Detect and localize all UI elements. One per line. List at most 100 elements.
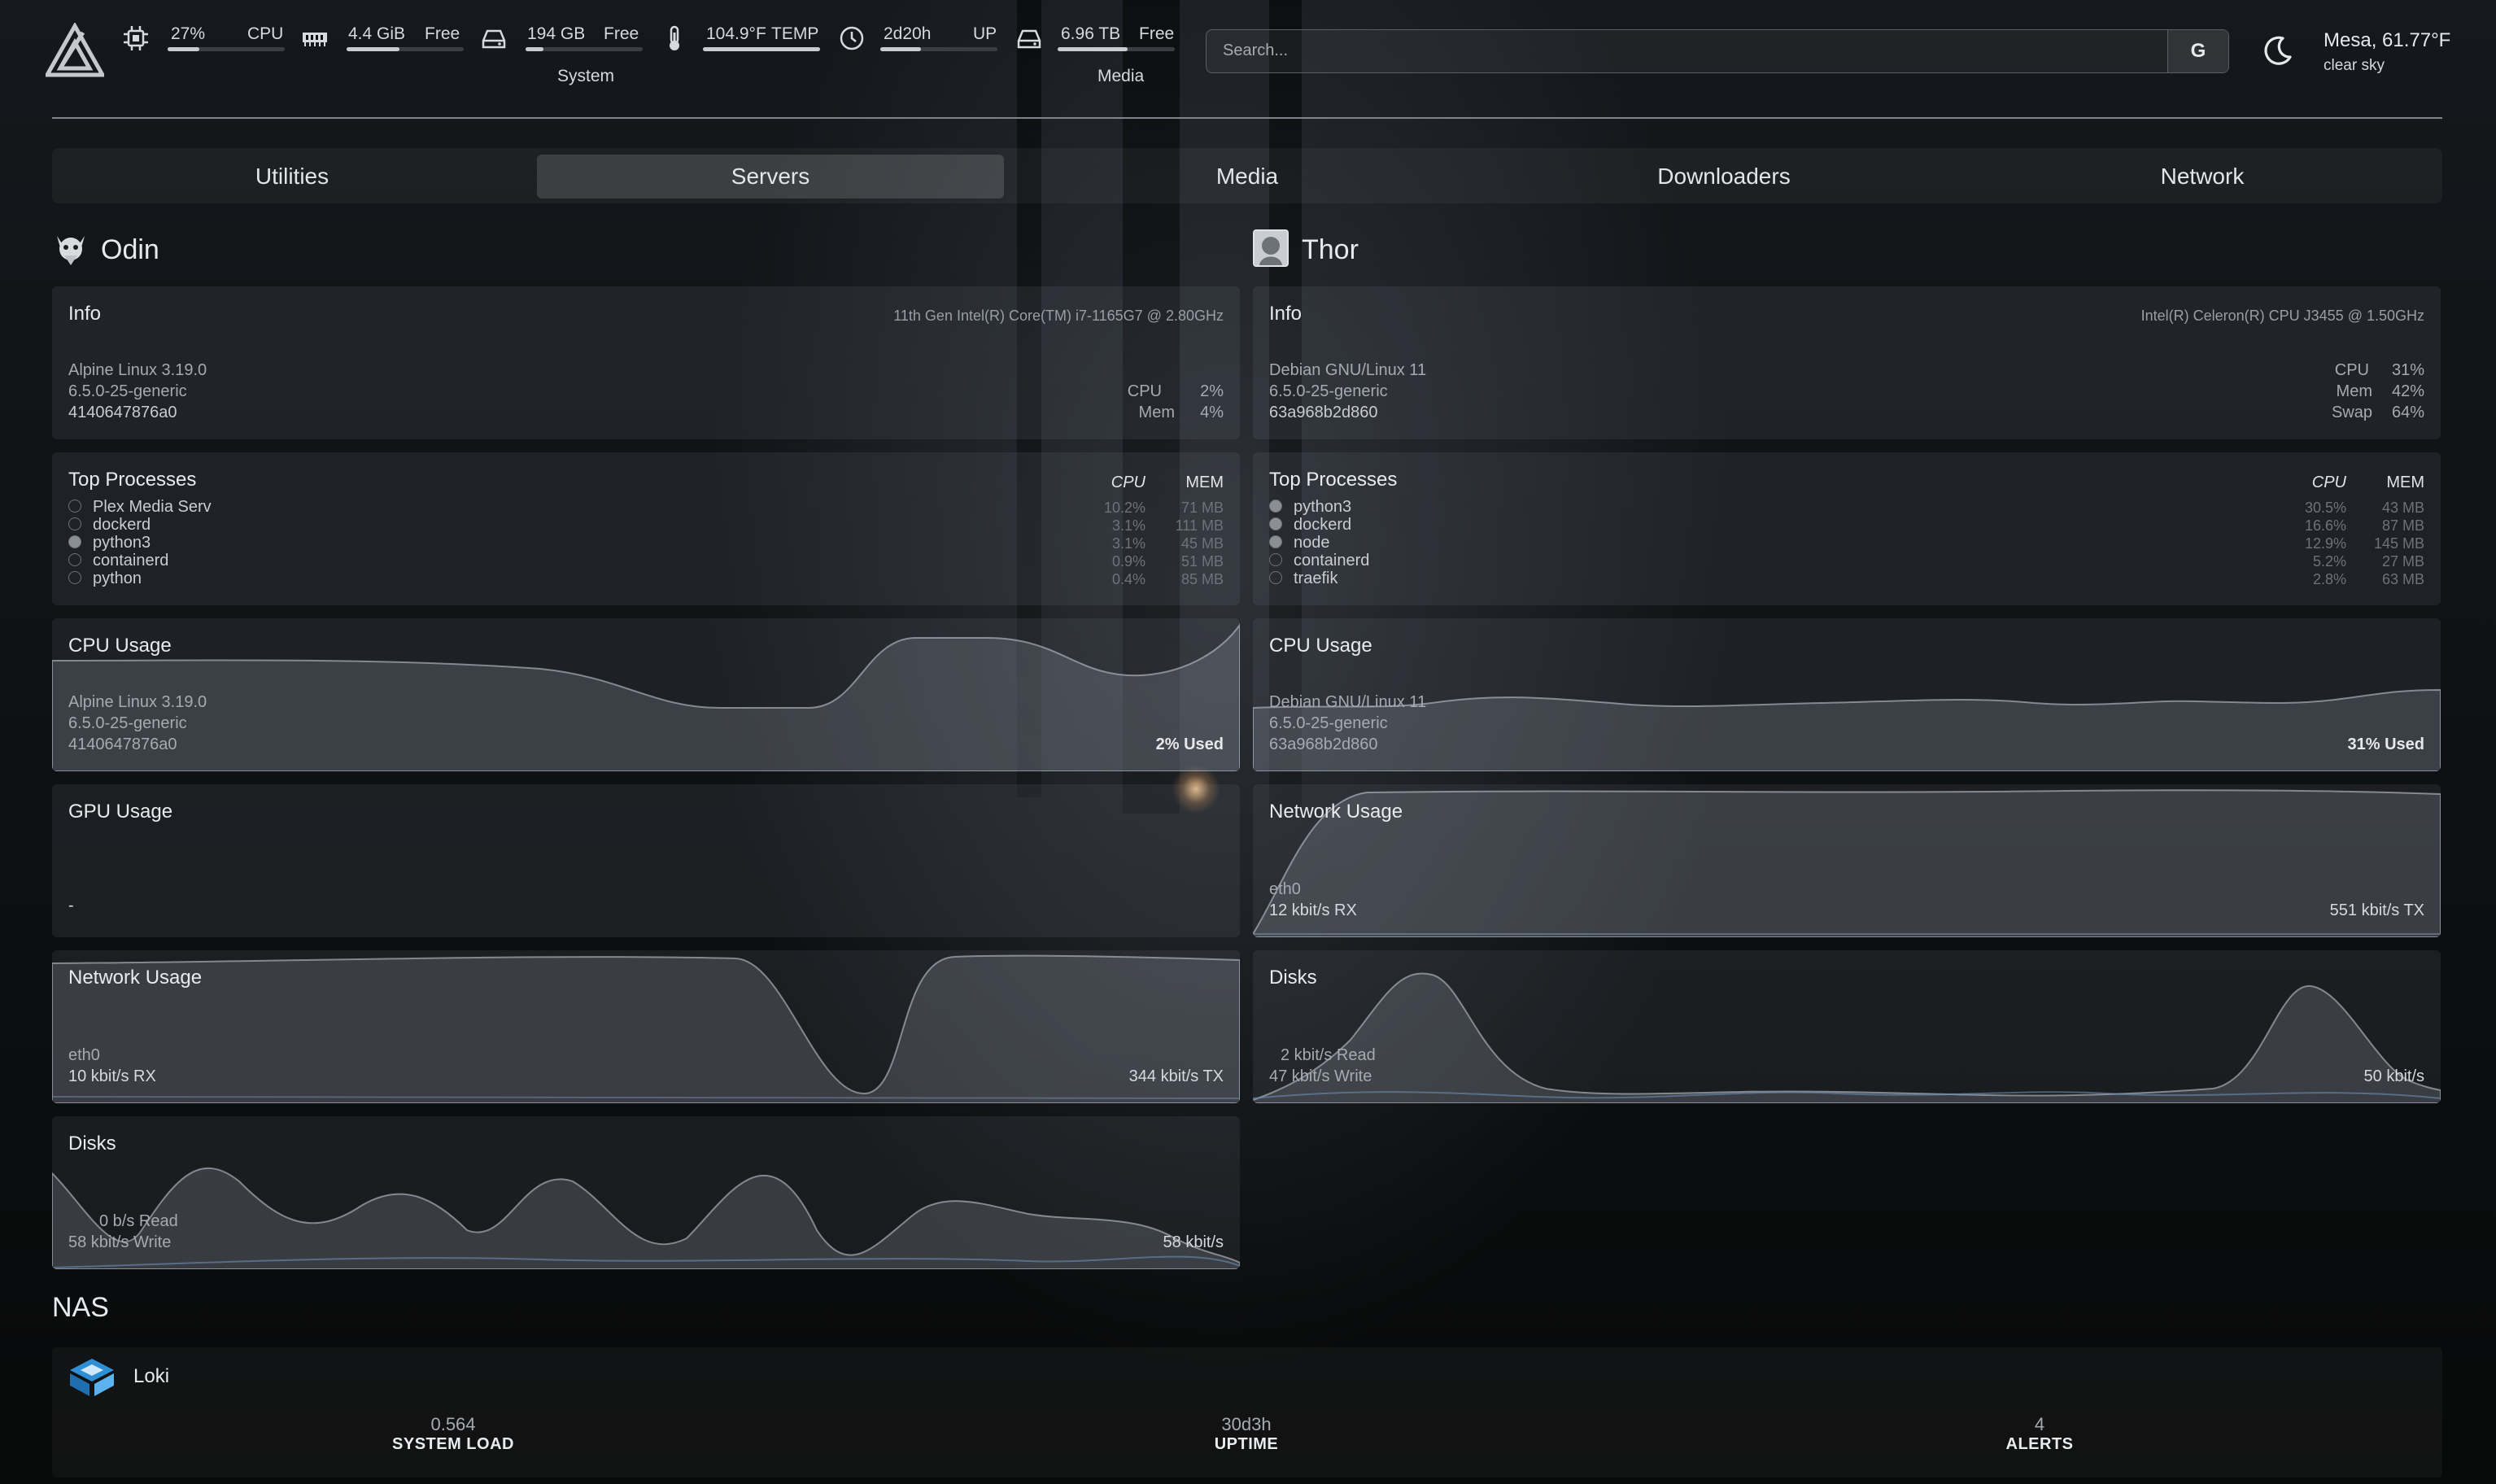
col-cpu-header: CPU <box>2311 474 2346 491</box>
odin-cpu-usage-card: CPU Usage Alpine Linux 3.19.0 6.5.0-25-g… <box>52 618 1240 771</box>
tab-servers[interactable]: Servers <box>537 155 1004 199</box>
mem-value: 42% <box>2391 382 2424 400</box>
process-dot <box>1269 571 1282 584</box>
resource-value: 27% <box>171 24 206 43</box>
resource-cpu: 27% CPU <box>122 23 293 55</box>
process-cpu: 3.1% <box>1111 517 1145 534</box>
search-input[interactable]: Search... <box>1223 41 1288 60</box>
process-dot <box>1269 535 1282 548</box>
card-title: Network Usage <box>68 967 203 989</box>
resource-bar-fill <box>347 47 399 51</box>
odin-disks-card: Disks 0 b/s Read 58 kbit/s Write 58 kbit… <box>52 1116 1240 1269</box>
cpu-value: 31% <box>2391 361 2424 379</box>
cpu-icon <box>124 26 148 50</box>
alerts-value: 4 <box>2034 1414 2045 1434</box>
moon-icon[interactable] <box>2262 34 2294 67</box>
homepage-logo[interactable] <box>46 23 104 78</box>
card-title: Disks <box>1269 967 1317 989</box>
thor-info-card: Info Intel(R) Celeron(R) CPU J3455 @ 1.5… <box>1253 286 2441 439</box>
odin-gpu-usage-card: GPU Usage - <box>52 784 1240 937</box>
weather-location[interactable]: Mesa, 61.77°F <box>2324 29 2450 52</box>
service-title-thor[interactable]: Thor <box>1302 234 1359 266</box>
process-dot <box>1269 553 1282 566</box>
resource-bar <box>1058 47 1175 51</box>
thor-disks-card: Disks 2 kbit/s Read 47 kbit/s Write 50 k… <box>1253 950 2441 1103</box>
interface-name: eth0 <box>1269 880 1301 898</box>
resource-label: CPU <box>247 24 284 43</box>
interface-name: eth0 <box>68 1046 100 1064</box>
resource-label: Free <box>1139 24 1175 43</box>
process-cpu: 0.4% <box>1111 571 1145 587</box>
card-title: Info <box>1269 303 1303 325</box>
nas-card-loki[interactable]: Loki 0.564 SYSTEM LOAD 30d3h UPTIME 4 AL… <box>52 1347 2442 1477</box>
resource-value: 104.9°F <box>706 24 766 43</box>
resource-value: 6.96 TB <box>1061 24 1121 43</box>
resource-bar <box>880 47 997 51</box>
process-name: node <box>1294 534 1330 552</box>
resource-memory: 4.4 GiB Free <box>301 23 464 55</box>
process-dot <box>1269 500 1282 513</box>
process-row: python <box>68 570 142 588</box>
thor-top-processes-card: Top Processes CPU MEM python3 dockerd no… <box>1253 452 2441 605</box>
card-title: Disks <box>68 1133 116 1154</box>
mem-label: Mem <box>1138 404 1175 421</box>
thor-cpu-usage-card: CPU Usage Debian GNU/Linux 11 6.5.0-25-g… <box>1253 618 2441 771</box>
resource-label: TEMP <box>771 24 819 43</box>
process-row: dockerd <box>1269 516 1351 535</box>
disks-graph <box>1253 972 2441 1103</box>
uptime-value: 30d3h <box>1221 1414 1272 1434</box>
swap-value: 64% <box>2391 404 2424 421</box>
gpu-value: - <box>68 897 74 914</box>
group-label-system: System <box>557 67 615 85</box>
service-title-odin[interactable]: Odin <box>101 234 159 266</box>
resource-label: Free <box>604 24 639 43</box>
process-dot <box>1269 517 1282 530</box>
host-id: 4140647876a0 <box>68 735 177 753</box>
group-title-nas[interactable]: NAS <box>52 1292 109 1324</box>
disk-total: 58 kbit/s <box>1163 1233 1224 1251</box>
search-bar[interactable]: Search... G <box>1206 29 2229 73</box>
os-name: Alpine Linux 3.19.0 <box>68 693 207 711</box>
tab-utilities[interactable]: Utilities <box>59 155 526 199</box>
rx-value: 12 kbit/s RX <box>1269 901 1357 919</box>
process-mem: 63 MB <box>2381 571 2424 587</box>
tab-downloaders[interactable]: Downloaders <box>1490 155 1957 199</box>
process-name: dockerd <box>93 516 151 534</box>
weather-condition: clear sky <box>2324 57 2385 74</box>
process-mem: 87 MB <box>2381 517 2424 534</box>
kernel-version: 6.5.0-25-generic <box>68 382 187 400</box>
cpu-usage-graph <box>1253 688 2441 771</box>
group-label-media: Media <box>1097 67 1145 85</box>
process-cpu: 12.9% <box>2304 535 2346 552</box>
card-title: Info <box>68 303 102 325</box>
card-title: GPU Usage <box>68 801 173 823</box>
process-row: Plex Media Serv <box>68 498 212 517</box>
process-dot <box>68 517 81 530</box>
resource-bar <box>168 47 285 51</box>
resource-bar-fill <box>1058 47 1128 51</box>
system-load-label: SYSTEM LOAD <box>392 1435 514 1453</box>
kernel-version: 6.5.0-25-generic <box>1269 714 1388 732</box>
process-name: containerd <box>93 552 169 570</box>
card-title: CPU Usage <box>1269 635 1372 657</box>
memory-icon <box>303 33 327 46</box>
process-name: python3 <box>1294 498 1352 516</box>
process-dot <box>68 535 81 548</box>
col-mem-header: MEM <box>2386 474 2424 491</box>
tab-media[interactable]: Media <box>1014 155 1481 199</box>
search-provider-button[interactable]: G <box>2167 30 2228 72</box>
tab-network[interactable]: Network <box>1969 155 2436 199</box>
cpu-label: CPU <box>2334 361 2369 379</box>
process-row: python3 <box>68 534 151 552</box>
cpu-used-value: 31% Used <box>2347 735 2425 753</box>
nas-name: Loki <box>133 1365 170 1387</box>
host-id: 63a968b2d860 <box>1269 735 1378 753</box>
process-cpu: 16.6% <box>2304 517 2346 534</box>
rx-value: 10 kbit/s RX <box>68 1067 156 1085</box>
resource-bar <box>703 47 820 51</box>
process-row: node <box>1269 534 1330 552</box>
disk-icon <box>1017 29 1041 49</box>
os-name: Debian GNU/Linux 11 <box>1269 693 1427 711</box>
resource-disk: 194 GB Free <box>480 23 643 55</box>
thor-icon <box>1253 229 1289 267</box>
